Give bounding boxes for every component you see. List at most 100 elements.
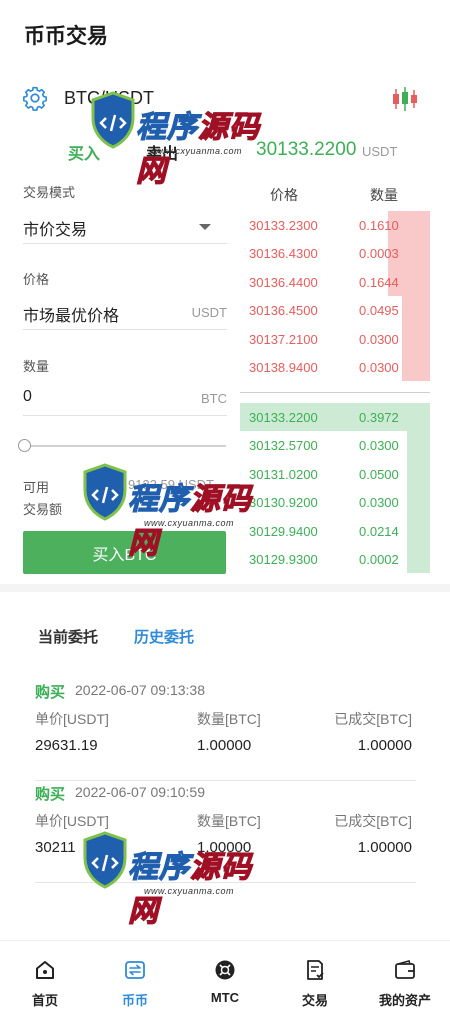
nav-exchange-label: 币币	[121, 993, 148, 1008]
order-side: 购买	[35, 684, 66, 701]
watermark-url: www.cxyuanma.com	[144, 518, 235, 528]
available-label: 可用	[23, 480, 50, 495]
pair-selector[interactable]: BTC/USDT	[22, 84, 422, 114]
nav-trade-label: 交易	[301, 993, 328, 1008]
order-price: 30211	[35, 839, 76, 856]
orderbook-qty: 0.3972	[359, 410, 399, 425]
orderbook-divider	[240, 392, 430, 393]
depth-bar	[401, 352, 430, 382]
candlestick-icon[interactable]	[390, 85, 420, 113]
page-title: 币币交易	[24, 25, 108, 48]
order-item: 购买 2022-06-07 09:10:59 单价[USDT] 数量[BTC] …	[35, 783, 416, 883]
nav-assets[interactable]: 我的资产	[360, 941, 450, 1024]
orderbook-row[interactable]: 30130.9200 0.0300	[240, 488, 430, 517]
orderbook-price: 30130.9200	[249, 495, 318, 511]
orderbook-qty: 0.0002	[359, 551, 399, 567]
orderbook-bids: 30133.2200 0.3972 30132.5700 0.0300 30131.02…	[240, 403, 430, 574]
bottom-nav: 首页 币币 MTC 交易 我的资产	[0, 940, 450, 1024]
orderbook-qty: 0.0300	[359, 331, 399, 347]
order-filled: 1.00000	[357, 839, 412, 856]
price-unit: USDT	[191, 305, 227, 320]
depth-bar	[407, 459, 430, 489]
nav-mtc[interactable]: MTC	[180, 941, 270, 1024]
mode-select[interactable]: 市价交易	[23, 208, 227, 244]
orderbook-qty: 0.0300	[359, 495, 399, 511]
tab-current-orders[interactable]: 当前委托	[38, 626, 98, 647]
depth-bar	[401, 296, 430, 325]
depth-bar	[407, 516, 430, 545]
nav-mtc-label: MTC	[210, 990, 240, 1005]
watermark-url: www.cxyuanma.com	[144, 886, 235, 896]
orderbook-price: 30136.4400	[249, 274, 318, 290]
orderbook-price: 30138.9400	[249, 359, 318, 375]
nav-home[interactable]: 首页	[0, 941, 90, 1024]
order-filled-header: 已成交[BTC]	[334, 813, 412, 829]
orderbook-qty: 0.1644	[359, 274, 399, 290]
orderbook-row[interactable]: 30129.9300 0.0002	[240, 544, 430, 574]
orderbook-qty: 0.0300	[359, 438, 399, 454]
orderbook-row[interactable]: 30136.4500 0.0495	[240, 296, 430, 325]
shield-logo-icon	[83, 463, 127, 521]
nav-home-label: 首页	[31, 993, 58, 1008]
last-price: 30133.2200	[256, 139, 357, 160]
order-item: 购买 2022-06-07 09:13:38 单价[USDT] 数量[BTC] …	[35, 681, 416, 781]
order-filled-header: 已成交[BTC]	[334, 711, 412, 727]
orderbook-price: 30136.4300	[249, 246, 318, 262]
order-time: 2022-06-07 09:13:38	[75, 682, 205, 698]
nav-exchange[interactable]: 币币	[90, 941, 180, 1024]
orderbook-row[interactable]: 30133.2300 0.1610	[240, 211, 430, 240]
quantity-label: 数量	[23, 359, 50, 374]
orderbook-row[interactable]: 30138.9400 0.0300	[240, 352, 430, 382]
orderbook-qty: 0.0300	[359, 359, 399, 375]
tab-buy[interactable]: 买入	[68, 140, 100, 164]
tab-sell[interactable]: 卖出	[146, 140, 178, 164]
orderbook-row[interactable]: 30136.4400 0.1644	[240, 267, 430, 297]
pair-name: BTC/USDT	[64, 88, 154, 108]
orderbook-price: 30133.2300	[249, 218, 318, 233]
mode-label: 交易模式	[23, 185, 76, 200]
amount-slider[interactable]	[18, 438, 228, 454]
home-icon	[36, 961, 54, 979]
orderbook-row[interactable]: 30129.9400 0.0214	[240, 516, 430, 545]
chevron-down-icon	[199, 224, 211, 230]
slider-track	[26, 445, 226, 447]
price-value: 市场最优价格	[23, 308, 120, 325]
order-qty-header: 数量[BTC]	[197, 813, 261, 829]
trade-amount-label: 交易额	[23, 502, 63, 517]
orderbook-row[interactable]: 30133.2200 0.3972	[240, 403, 430, 432]
nav-assets-label: 我的资产	[378, 993, 431, 1008]
order-price-header: 单价[USDT]	[35, 711, 109, 727]
price-input[interactable]: 市场最优价格 USDT	[23, 294, 227, 330]
orderbook-price: 30132.5700	[249, 438, 318, 454]
orderbook-price: 30133.2200	[249, 410, 318, 425]
orderbook-price-header: 价格	[270, 187, 298, 203]
orderbook-row[interactable]: 30131.0200 0.0500	[240, 459, 430, 489]
depth-bar	[407, 431, 430, 460]
order-price: 29631.19	[35, 737, 98, 754]
orderbook-qty: 0.0495	[359, 303, 399, 319]
depth-bar	[407, 544, 430, 574]
orderbook-price: 30136.4500	[249, 303, 318, 319]
orderbook-qty: 0.0214	[359, 523, 399, 539]
quantity-input[interactable]: 0 BTC	[23, 380, 227, 416]
orderbook-qty: 0.0003	[359, 246, 399, 262]
buy-btc-button[interactable]: 买入BTC	[23, 531, 226, 574]
orderbook-qty-header: 数量	[370, 187, 398, 203]
order-qty: 1.00000	[197, 737, 252, 754]
mtc-icon	[215, 960, 235, 980]
orderbook-row[interactable]: 30137.2100 0.0300	[240, 324, 430, 353]
orderbook-row[interactable]: 30136.4300 0.0003	[240, 239, 430, 268]
orderbook-qty: 0.0500	[359, 466, 399, 482]
slider-handle[interactable]	[18, 439, 31, 452]
tab-history-orders[interactable]: 历史委托	[134, 626, 194, 647]
orderbook-price: 30129.9300	[249, 551, 318, 567]
quantity-value: 0	[23, 388, 32, 405]
exchange-icon	[125, 961, 145, 979]
nav-trade[interactable]: 交易	[270, 941, 360, 1024]
price-label: 价格	[23, 272, 50, 287]
gear-icon[interactable]	[22, 85, 48, 111]
order-price-header: 单价[USDT]	[35, 813, 109, 829]
order-qty-header: 数量[BTC]	[197, 711, 261, 727]
depth-bar	[401, 324, 430, 353]
orderbook-row[interactable]: 30132.5700 0.0300	[240, 431, 430, 460]
